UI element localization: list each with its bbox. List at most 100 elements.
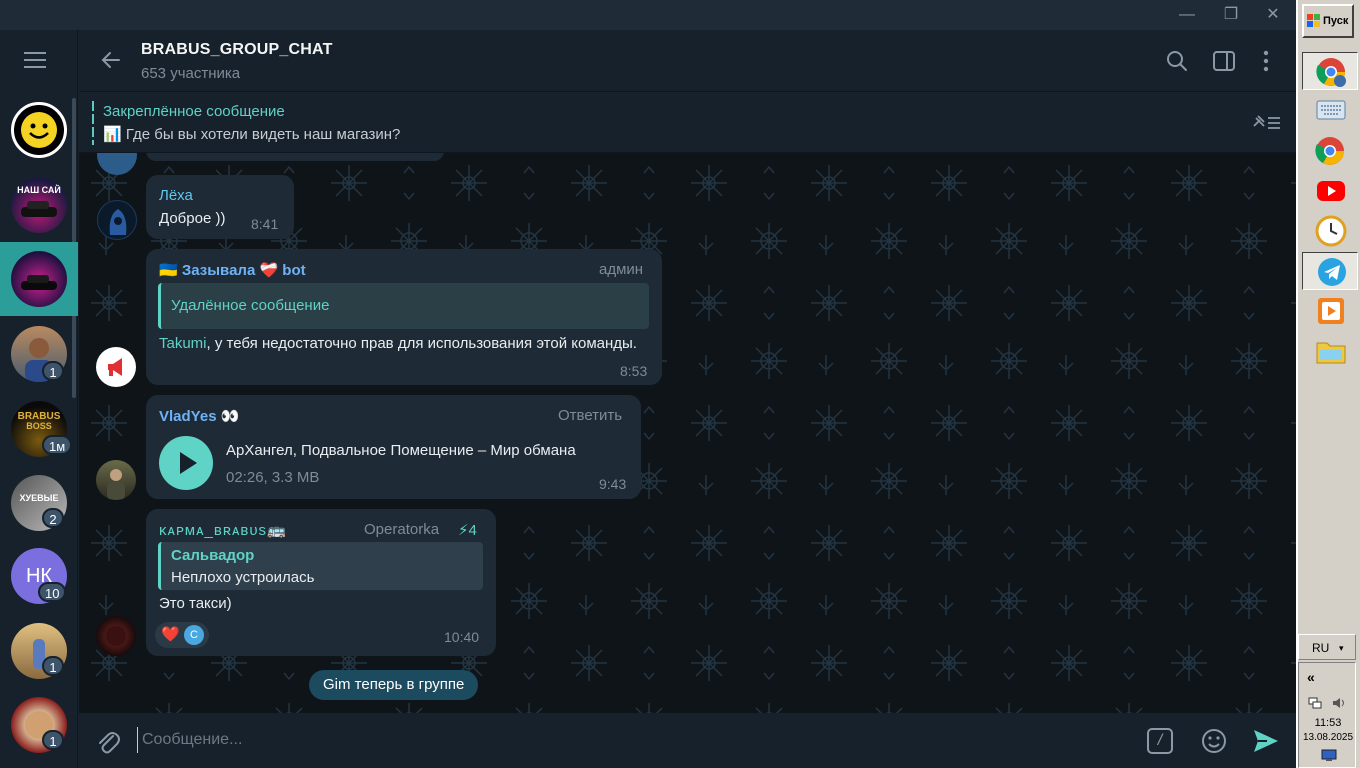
emoji-icon[interactable]: [1200, 727, 1228, 755]
reply-text: Неплохо устроилась: [171, 569, 315, 586]
message-composer: /: [79, 713, 1296, 768]
car-avatar-icon: НАШ САЙ: [17, 184, 61, 217]
sender-name-text: Зазывала ❤️‍🩹 bot: [181, 262, 306, 279]
chat-title[interactable]: BRABUS_GROUP_CHAT: [141, 41, 333, 59]
audio-meta: 02:26, 3.3 MB: [226, 469, 320, 486]
partial-message-bubble: [146, 153, 444, 161]
chrome-icon: [1315, 137, 1344, 165]
chat-item-smiley[interactable]: [11, 102, 67, 158]
windows-logo-icon: [1307, 14, 1320, 27]
telegram-icon: [1318, 258, 1346, 286]
svg-text:BOSS: BOSS: [26, 421, 52, 431]
unread-badge: 1: [42, 361, 64, 381]
mention-badge: 1м: [42, 435, 73, 455]
admin-label: админ: [599, 261, 644, 278]
play-button[interactable]: [159, 436, 213, 490]
smiley-avatar-icon: [21, 112, 57, 148]
chart-emoji-icon: 📊: [103, 126, 122, 143]
taskbar-keyboard[interactable]: [1302, 92, 1358, 130]
clock-time[interactable]: 11:53: [1299, 717, 1357, 729]
telegram-window: — ❐ ✕ НАШ САЙ 1 BRABUS BOSS 1м ХУЕВЫЕ 2 …: [0, 0, 1296, 768]
more-vert-icon[interactable]: [1253, 48, 1279, 74]
reply-preview[interactable]: Сальвадор Неплохо устроилась: [158, 542, 483, 590]
user-avatar-lyokha[interactable]: [97, 200, 137, 240]
message-bubble[interactable]: 🇺🇦 Зазывала ❤️‍🩹 bot админ Удалённое соо…: [146, 249, 662, 385]
taskbar-youtube[interactable]: [1302, 172, 1358, 210]
language-indicator[interactable]: RU ▾: [1298, 634, 1356, 660]
taskbar-clock-app[interactable]: [1302, 212, 1358, 250]
taskbar-player[interactable]: [1302, 292, 1358, 330]
user-avatar-karma[interactable]: [96, 616, 136, 656]
restore-button[interactable]: ❐: [1210, 0, 1252, 30]
hooded-figure-icon: [109, 209, 127, 235]
message-time: 10:40: [444, 629, 480, 645]
message-time: 9:43: [599, 476, 627, 492]
message-text: Takumi, у тебя недостаточно прав для исп…: [159, 333, 639, 355]
pinned-title: Закреплённое сообщение: [103, 103, 285, 120]
chrome-icon: [1316, 58, 1346, 87]
start-label: Пуск: [1323, 15, 1349, 27]
svg-text:ХУЕВЫЕ: ХУЕВЫЕ: [20, 493, 59, 503]
pinned-message-bar[interactable]: Закреплённое сообщение 📊 Где бы вы хотел…: [79, 92, 1296, 153]
message-bubble[interactable]: ᴋᴀᴘᴍᴀ_ʙʀᴀʙᴜs🚌 Operatorka ⚡4 Сальвадор Не…: [146, 509, 496, 656]
svg-text:НАШ САЙ: НАШ САЙ: [17, 184, 61, 195]
message-text: Это такси): [159, 595, 232, 612]
folder-icon: [1316, 342, 1346, 364]
chat-item-brabus-group[interactable]: [11, 251, 67, 307]
brabus-avatar-icon: [106, 626, 126, 646]
member-count: 653 участника: [141, 65, 241, 82]
volume-icon[interactable]: [1331, 695, 1347, 711]
media-player-icon: [1318, 298, 1344, 324]
clock-date[interactable]: 13.08.2025: [1299, 732, 1357, 743]
sender-name[interactable]: ᴋᴀᴘᴍᴀ_ʙʀᴀʙᴜs🚌: [159, 521, 287, 539]
message-input[interactable]: [137, 727, 1137, 753]
back-arrow-icon[interactable]: [99, 48, 123, 72]
unread-badge: 1: [42, 730, 64, 750]
title-bar: — ❐ ✕: [0, 0, 1296, 30]
message-time: 8:41: [251, 216, 279, 232]
sender-name[interactable]: 🇺🇦 Зазывала ❤️‍🩹 bot: [159, 261, 306, 279]
menu-icon[interactable]: [24, 52, 52, 72]
message-bubble[interactable]: Лёха Доброе )) 8:41: [146, 175, 294, 239]
boost-badge: ⚡4: [458, 522, 477, 539]
taskbar-chrome-v[interactable]: [1302, 52, 1358, 90]
language-label: RU: [1312, 641, 1330, 655]
attach-icon[interactable]: [95, 728, 121, 754]
start-button[interactable]: Пуск: [1302, 4, 1354, 38]
tray-collapse-button[interactable]: «: [1307, 669, 1315, 685]
unread-badge: 10: [38, 582, 67, 602]
pinned-text: 📊 Где бы вы хотели видеть наш магазин?: [103, 125, 400, 143]
reply-text: Удалённое сообщение: [171, 297, 330, 314]
search-icon[interactable]: [1164, 48, 1190, 74]
sender-name[interactable]: VladYes 👀: [159, 407, 239, 425]
pin-list-icon[interactable]: [1250, 112, 1282, 134]
taskbar-telegram[interactable]: [1302, 252, 1358, 290]
user-avatar-vladyes[interactable]: [96, 460, 136, 500]
taskbar-explorer[interactable]: [1302, 332, 1358, 370]
message-text: Доброе )): [159, 210, 226, 227]
unread-badge: 1: [42, 656, 64, 676]
network-icon[interactable]: [1307, 695, 1323, 711]
dropdown-icon: ▾: [1339, 643, 1344, 653]
reaction-chip[interactable]: ❤️ C: [155, 622, 209, 648]
send-icon[interactable]: [1251, 727, 1281, 755]
sender-name[interactable]: Лёха: [159, 187, 193, 204]
reply-action[interactable]: Ответить: [558, 407, 622, 424]
reply-preview[interactable]: Удалённое сообщение: [158, 283, 649, 329]
pinned-indicator: [92, 101, 94, 145]
bot-avatar[interactable]: [96, 347, 136, 387]
taskbar-chrome-2[interactable]: [1302, 132, 1358, 170]
chat-item-nash-site[interactable]: НАШ САЙ: [11, 177, 67, 233]
mention-link[interactable]: Takumi: [159, 335, 207, 352]
pinned-text-content: Где бы вы хотели видеть наш магазин?: [125, 126, 401, 143]
unread-badge: 2: [42, 508, 64, 528]
desktop-icon[interactable]: [1321, 749, 1337, 761]
message-time: 8:53: [620, 363, 648, 379]
bot-commands-button[interactable]: /: [1147, 728, 1173, 754]
sidebar-toggle-icon[interactable]: [1211, 48, 1237, 74]
close-button[interactable]: ✕: [1252, 0, 1294, 30]
keyboard-icon: [1316, 100, 1346, 120]
minimize-button[interactable]: —: [1166, 0, 1208, 30]
message-area[interactable]: Лёха Доброе )) 8:41 🇺🇦 Зазывала ❤️‍🩹 bot…: [79, 153, 1296, 713]
message-bubble[interactable]: VladYes 👀 Ответить АрХангел, Подвальное …: [146, 395, 641, 499]
